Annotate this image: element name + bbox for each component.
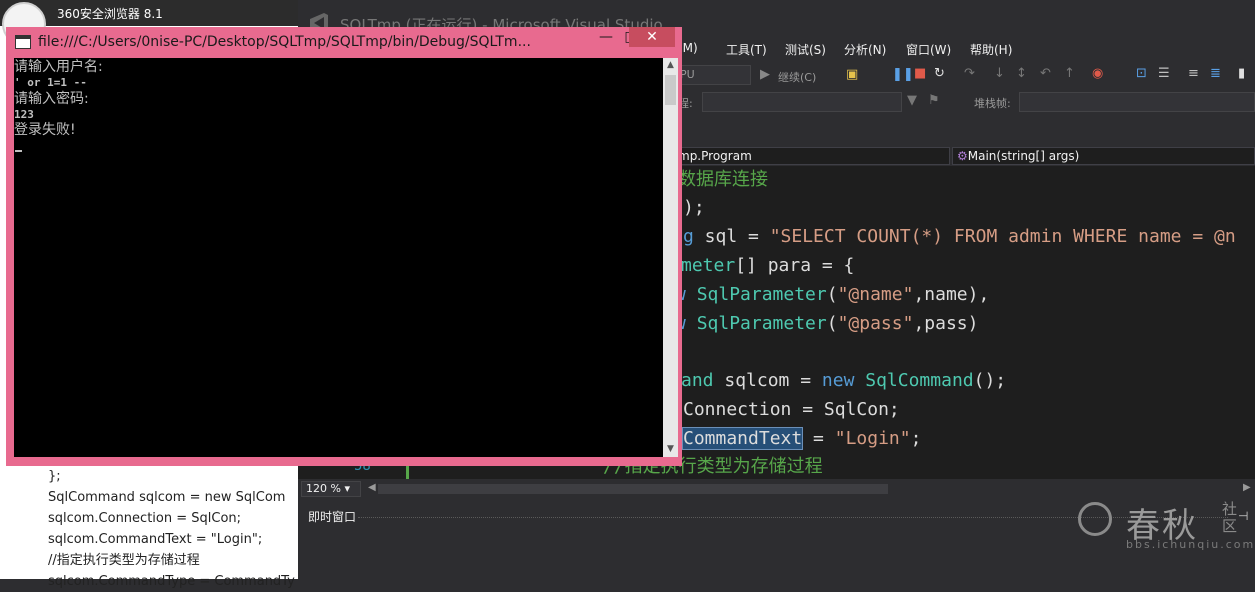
cpu-label: PU [680, 68, 695, 81]
process-dropdown[interactable] [702, 92, 902, 112]
browser-code-text: }; SqlCommand sqlcom = new SqlCom sqlcom.C… [48, 466, 295, 592]
stack-frame-label: 堆栈帧: [974, 97, 1011, 110]
continue-icon[interactable]: ▶ [760, 67, 770, 82]
console-line: ' or 1=1 -- [14, 76, 87, 89]
minimize-button[interactable]: — [592, 27, 620, 47]
menu-item-tools[interactable]: 工具(T) [726, 41, 767, 58]
code-line: CommandText = "Login"; [681, 427, 922, 450]
scroll-down-icon[interactable]: ▼ [663, 442, 678, 457]
code-line: and sqlcom = new SqlCommand(); [681, 370, 1007, 391]
code-line: w SqlParameter("@pass",pass) [675, 313, 979, 334]
watermark-logo-icon [1078, 502, 1112, 536]
console-vertical-scrollbar[interactable]: ▲ ▼ [663, 58, 678, 457]
menu-item-help[interactable]: 帮助(H) [970, 41, 1012, 58]
breakpoint-icon[interactable]: ◉ [1092, 66, 1103, 81]
threads-icon[interactable]: ⊡ [1136, 66, 1147, 81]
text-cursor [15, 150, 22, 152]
code-line: SqlCommand sqlcom = new SqlCom [48, 490, 286, 505]
pause-icon[interactable]: ❚❚ [892, 67, 914, 82]
console-line: 123 [14, 108, 34, 121]
scroll-left-icon[interactable]: ◀ [368, 482, 376, 493]
console-line: 登录失败! [14, 122, 76, 138]
console-title: file:///C:/Users/0nise-PC/Desktop/SQLTmp… [38, 34, 531, 50]
stack-frame-dropdown[interactable] [1019, 92, 1255, 112]
flag-icon[interactable]: ⚑ [928, 93, 940, 108]
method-dropdown[interactable]: ⚙Main(string[] args) [952, 147, 1255, 165]
code-line: sqlcom.CommandType = CommandTy [48, 574, 295, 589]
menu-item-window[interactable]: 窗口(W) [906, 41, 951, 58]
step-into-icon[interactable]: ↓ [994, 66, 1005, 81]
menu-item-analyze[interactable]: 分析(N) [844, 41, 886, 58]
selected-token[interactable]: CommandText [681, 427, 804, 450]
code-line: //指定执行类型为存储过程 [48, 553, 200, 568]
step-out-icon[interactable]: ↑ [1064, 66, 1075, 81]
code-line: w SqlParameter("@name",name), [675, 284, 990, 305]
code-line: meter[] para = { [681, 255, 855, 276]
change-marker [406, 466, 409, 479]
immediate-window-label[interactable]: 即时窗口 [308, 508, 356, 525]
process-icon[interactable]: ▣ [846, 67, 858, 82]
console-line: 请输入密码: [14, 91, 89, 107]
close-button[interactable]: ✕ [629, 27, 675, 47]
cpu-dropdown[interactable]: PU [676, 65, 751, 85]
method-dropdown-value: Main(string[] args) [967, 149, 1080, 163]
code-line: g sql = "SELECT COUNT(*) FROM admin WHER… [683, 226, 1236, 247]
zoom-dropdown[interactable]: 120 % ▾ [301, 481, 361, 497]
code-line: sqlcom.Connection = SqlCon; [48, 511, 242, 526]
code-line: }; [48, 469, 61, 484]
scroll-thumb[interactable] [378, 484, 888, 494]
scroll-up-icon[interactable]: ▲ [663, 58, 678, 73]
continue-label[interactable]: 继续(C) [778, 69, 816, 85]
filter-icon[interactable]: ▼ [907, 93, 917, 108]
bookmark-icon[interactable]: ▮ [1238, 66, 1245, 81]
code-line: sqlcom.CommandText = "Login"; [48, 532, 263, 547]
console-output[interactable]: 请输入用户名: ' or 1=1 -- 请输入密码: 123 登录失败! [14, 58, 663, 457]
editor-horizontal-scrollbar[interactable]: 120 % ▾ ◀ ▶ [298, 480, 1255, 498]
restart-icon[interactable]: ↻ [934, 66, 945, 81]
method-icon: ⚙ [957, 149, 968, 163]
class-dropdown[interactable]: mp.Program [673, 147, 950, 165]
watermark: 春秋 社区 bbs.ichunqiu.com [1078, 498, 1253, 558]
zoom-value: 120 % [306, 482, 341, 495]
class-dropdown-value: mp.Program [678, 149, 752, 163]
menu-item-test[interactable]: 测试(S) [785, 41, 826, 58]
scroll-right-icon[interactable]: ▶ [1243, 482, 1251, 493]
scroll-thumb[interactable] [665, 75, 676, 105]
format-icon[interactable]: ☰ [1158, 66, 1170, 81]
watermark-sub: 社区 [1222, 500, 1238, 535]
code-line: 数据库连接 [678, 169, 768, 190]
console-window: file:///C:/Users/0nise-PC/Desktop/SQLTmp… [6, 27, 682, 466]
console-line: 请输入用户名: [14, 59, 103, 75]
stop-icon[interactable]: ■ [914, 66, 926, 81]
show-next-icon[interactable]: ↷ [964, 66, 975, 81]
step-back-icon[interactable]: ↶ [1040, 66, 1051, 81]
code-line: ); [683, 197, 705, 218]
list-icon[interactable]: ≡ [1188, 66, 1199, 81]
step-over-icon[interactable]: ↕ [1016, 66, 1027, 81]
code-line: Connection = SqlCon; [683, 399, 900, 420]
indent-icon[interactable]: ≣ [1210, 66, 1221, 81]
browser-title: 360安全浏览器 8.1 [57, 7, 163, 21]
console-app-icon [15, 35, 31, 49]
watermark-url: bbs.ichunqiu.com [1126, 538, 1255, 551]
